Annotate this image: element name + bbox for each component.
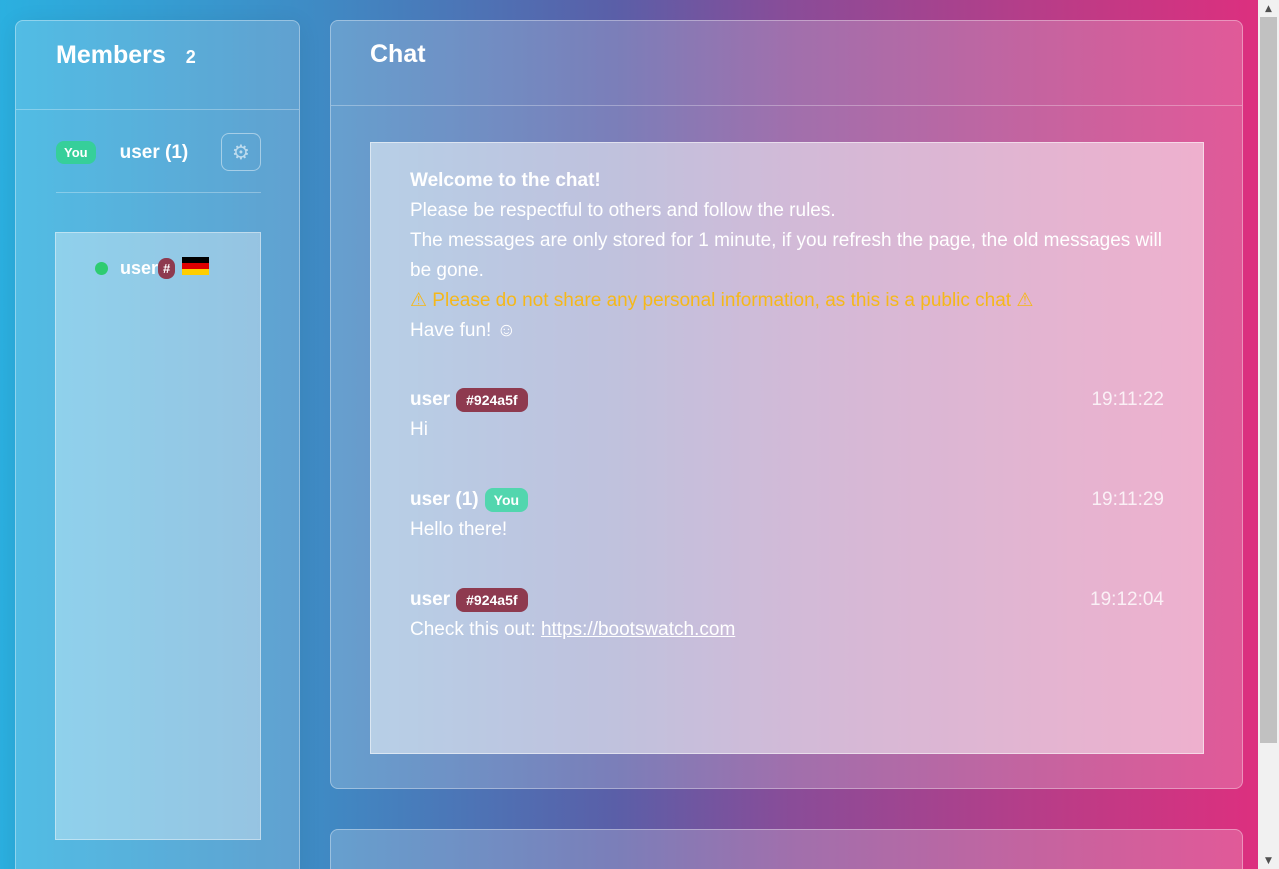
scrollbar-thumb[interactable]	[1260, 17, 1277, 743]
message-link[interactable]: https://bootswatch.com	[541, 619, 735, 640]
welcome-message: Welcome to the chat! Please be respectfu…	[410, 166, 1164, 346]
message-hash-badge: #924a5f	[456, 388, 528, 412]
you-badge: You	[56, 141, 96, 164]
member-name: user	[120, 258, 159, 278]
list-item[interactable]: user #	[95, 256, 210, 279]
online-status-icon	[95, 262, 108, 275]
members-list: user #	[55, 232, 261, 840]
self-name: user (1)	[119, 141, 189, 163]
message-text: Check this out: https://bootswatch.com	[410, 615, 1164, 645]
page-scrollbar[interactable]: ▲ ▼	[1258, 0, 1279, 869]
members-header: Members 2	[16, 21, 299, 110]
chat-message: user #924a5f 19:12:04 Check this out: ht…	[410, 585, 1164, 645]
message-time: 19:11:22	[1091, 389, 1164, 410]
chat-message: user #924a5f 19:11:22 Hi	[410, 385, 1164, 445]
message-user[interactable]: user	[410, 585, 450, 615]
members-count: 2	[185, 46, 196, 67]
message-input-panel	[330, 829, 1243, 869]
welcome-line: Please be respectful to others and follo…	[410, 200, 836, 221]
members-title: Members	[56, 40, 166, 69]
settings-button[interactable]: ⚙	[221, 133, 261, 171]
chat-title: Chat	[370, 39, 426, 68]
message-hash-badge: #924a5f	[456, 588, 528, 612]
message-user[interactable]: user (1)	[410, 485, 479, 515]
scroll-up-arrow-icon[interactable]: ▲	[1258, 0, 1279, 17]
message-text: Hi	[410, 419, 428, 440]
chat-message: user (1) You 19:11:29 Hello there!	[410, 485, 1164, 545]
welcome-line: Have fun! ☺	[410, 320, 517, 341]
members-panel: Members 2 You user (1) ⚙ user #	[15, 20, 300, 869]
chat-messages[interactable]: Welcome to the chat! Please be respectfu…	[370, 142, 1204, 754]
self-member-row: You user (1) ⚙	[56, 133, 261, 193]
message-time: 19:11:29	[1091, 489, 1164, 510]
chat-header: Chat	[331, 21, 1242, 106]
message-you-badge: You	[484, 488, 529, 512]
gear-icon: ⚙	[232, 140, 250, 164]
member-hash-badge: #	[158, 258, 176, 279]
warning-text: ⚠ Please do not share any personal infor…	[410, 290, 1034, 311]
message-text-prefix: Check this out:	[410, 619, 541, 640]
message-user[interactable]: user	[410, 385, 450, 415]
scroll-down-arrow-icon[interactable]: ▼	[1258, 852, 1279, 869]
welcome-title: Welcome to the chat!	[410, 170, 601, 191]
germany-flag-icon	[182, 256, 210, 275]
message-time: 19:12:04	[1090, 589, 1164, 610]
chat-panel: Chat Welcome to the chat! Please be resp…	[330, 20, 1243, 789]
message-text: Hello there!	[410, 519, 508, 540]
welcome-line: The messages are only stored for 1 minut…	[410, 230, 1162, 281]
